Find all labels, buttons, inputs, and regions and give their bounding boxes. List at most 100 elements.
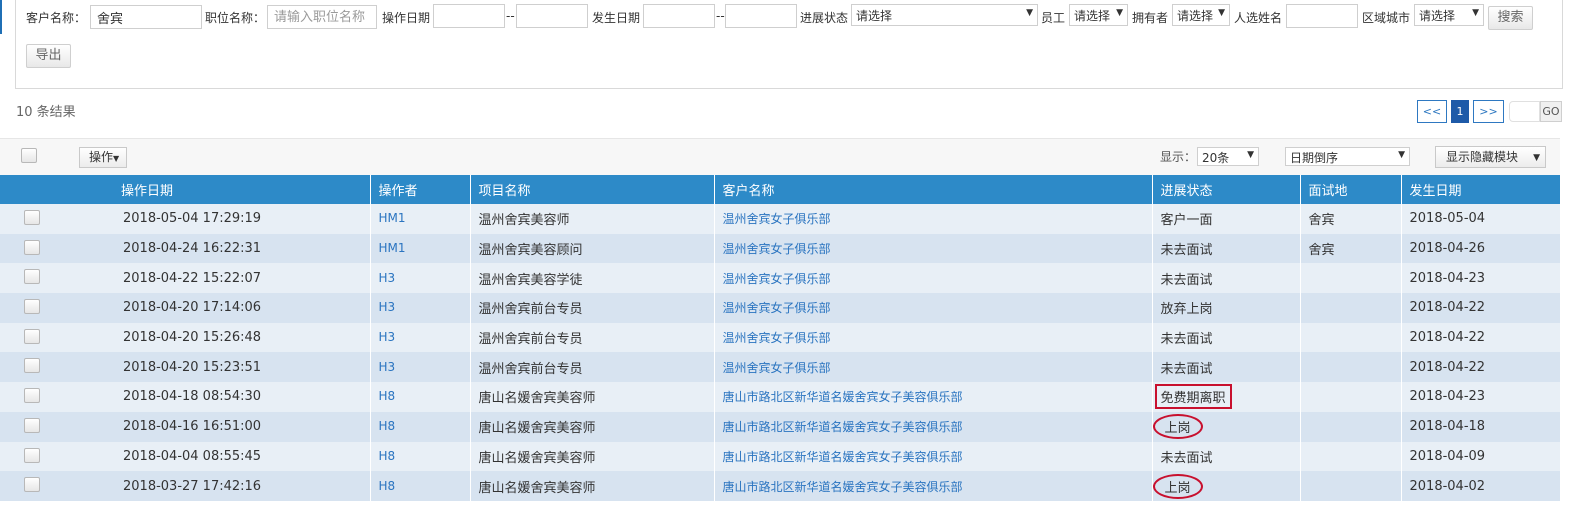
row-operator-link[interactable]: HM1: [379, 211, 406, 225]
candidate-input[interactable]: [1286, 4, 1358, 28]
table-row: 2018-04-16 16:51:00 H8 唐山名媛舍宾美容师 唐山市路北区新华道名…: [0, 411, 1561, 442]
row-op-date: 2018-04-20 17:14:06: [123, 300, 262, 316]
row-project-cell: 温州舍宾前台专员: [470, 293, 715, 323]
row-operator-cell: HM1: [370, 233, 471, 264]
operations-label: 操作: [89, 150, 114, 164]
row-occur-date: 2018-05-04: [1409, 211, 1486, 227]
row-customer-link[interactable]: 温州舍宾女子俱乐部: [723, 331, 831, 345]
row-status: 客户一面: [1160, 213, 1213, 229]
row-operator-link[interactable]: HM1: [379, 241, 406, 255]
op-date-start-input[interactable]: [433, 4, 505, 28]
row-customer-cell: 温州舍宾女子俱乐部: [714, 263, 1153, 294]
row-status-cell: 未去面试: [1152, 233, 1301, 264]
row-location-cell: [1300, 293, 1402, 323]
col-header-op-date[interactable]: 操作日期: [0, 175, 371, 204]
op-date-end-input[interactable]: [516, 4, 588, 28]
occur-date-end-input[interactable]: [725, 4, 797, 28]
page-size-select[interactable]: 20条 ▼: [1197, 147, 1259, 166]
row-checkbox[interactable]: [24, 210, 40, 225]
row-occur-date-cell: 2018-05-04: [1401, 204, 1561, 234]
panel-right-border: [1562, 0, 1563, 89]
row-customer-link[interactable]: 温州舍宾女子俱乐部: [723, 272, 831, 286]
row-customer-link[interactable]: 唐山市路北区新华道名媛舍宾女子美容俱乐部: [723, 390, 963, 404]
row-occur-date-cell: 2018-04-23: [1401, 382, 1561, 412]
row-checkbox[interactable]: [24, 388, 40, 404]
row-location-cell: [1300, 441, 1402, 472]
row-checkbox[interactable]: [24, 417, 40, 433]
row-location-cell: 舍宾: [1300, 233, 1402, 264]
col-header-operator[interactable]: 操作者: [370, 175, 471, 204]
row-customer-link[interactable]: 唐山市路北区新华道名媛舍宾女子美容俱乐部: [723, 420, 963, 434]
prev-page-button[interactable]: <<: [1417, 100, 1447, 123]
row-checkbox[interactable]: [24, 299, 40, 315]
customer-input[interactable]: [90, 5, 202, 29]
row-occur-date: 2018-04-22: [1409, 300, 1486, 316]
row-customer-link[interactable]: 唐山市路北区新华道名媛舍宾女子美容俱乐部: [723, 480, 963, 494]
row-checkbox[interactable]: [24, 328, 40, 344]
row-operator-link[interactable]: H3: [379, 300, 396, 314]
col-header-customer[interactable]: 客户名称: [714, 175, 1153, 204]
row-customer-link[interactable]: 温州舍宾女子俱乐部: [723, 242, 831, 256]
col-header-status[interactable]: 进展状态: [1152, 175, 1301, 204]
row-operator-cell: HM1: [370, 204, 471, 234]
owner-select[interactable]: 请选择 ▼: [1172, 4, 1230, 26]
row-operator-link[interactable]: H3: [379, 330, 396, 344]
row-operator-link[interactable]: H3: [379, 271, 396, 285]
employee-select-value: 请选择: [1074, 9, 1111, 23]
city-select-value: 请选择: [1419, 9, 1456, 23]
col-header-project[interactable]: 项目名称: [470, 175, 715, 204]
row-project-cell: 温州舍宾前台专员: [470, 352, 715, 383]
table-header-row: 操作日期 操作者 项目名称 客户名称 进展状态 面试地 发生日期: [0, 175, 1561, 204]
row-operator-link[interactable]: H8: [379, 419, 396, 433]
row-project: 温州舍宾美容学徒: [478, 272, 583, 288]
sort-select[interactable]: 日期倒序 ▼: [1285, 147, 1410, 166]
row-occur-date: 2018-04-23: [1409, 389, 1486, 405]
row-status: 未去面试: [1160, 332, 1213, 348]
row-location-cell: [1300, 411, 1402, 442]
row-customer-link[interactable]: 温州舍宾女子俱乐部: [723, 301, 831, 315]
row-checkbox[interactable]: [24, 477, 40, 493]
page-jump-input[interactable]: [1509, 101, 1540, 122]
row-customer-cell: 温州舍宾女子俱乐部: [714, 352, 1153, 383]
row-occur-date: 2018-04-23: [1409, 270, 1486, 286]
table-toolbar: 操作▼ 显示： 20条 ▼ 日期倒序 ▼ 显示隐藏模块 ▼: [0, 138, 1560, 175]
row-operator-link[interactable]: H8: [379, 479, 396, 493]
row-checkbox[interactable]: [24, 239, 40, 255]
status-select[interactable]: 请选择 ▼: [851, 4, 1038, 26]
table-body: 2018-05-04 17:29:19 HM1 温州舍宾美容师 温州舍宾女子俱乐部 客户…: [0, 204, 1561, 501]
row-occur-date-cell: 2018-04-18: [1401, 411, 1561, 442]
row-checkbox[interactable]: [24, 447, 40, 463]
chevron-down-icon: ▼: [1247, 150, 1254, 160]
row-status-cell: 放弃上岗: [1152, 293, 1301, 323]
employee-select[interactable]: 请选择 ▼: [1069, 4, 1128, 26]
occur-date-start-input[interactable]: [643, 4, 715, 28]
operations-button[interactable]: 操作▼: [79, 147, 127, 168]
row-customer-link[interactable]: 温州舍宾女子俱乐部: [723, 212, 831, 226]
go-button[interactable]: GO: [1540, 101, 1562, 122]
row-occur-date: 2018-04-09: [1409, 448, 1486, 464]
row-customer-link[interactable]: 唐山市路北区新华道名媛舍宾女子美容俱乐部: [723, 450, 963, 464]
col-header-occur-date[interactable]: 发生日期: [1401, 175, 1561, 204]
col-header-location[interactable]: 面试地: [1300, 175, 1402, 204]
page-1-button[interactable]: 1: [1451, 100, 1469, 123]
row-operator-link[interactable]: H3: [379, 360, 396, 374]
table-row: 2018-04-04 08:55:45 H8 唐山名媛舍宾美容师 唐山市路北区新华道名…: [0, 441, 1561, 472]
row-status-cell: 免费期离职: [1152, 382, 1301, 412]
row-operator-link[interactable]: H8: [379, 449, 396, 463]
row-project-cell: 唐山名媛舍宾美容师: [470, 382, 715, 412]
search-button[interactable]: 搜索: [1488, 6, 1533, 30]
select-all-checkbox[interactable]: [21, 148, 37, 163]
next-page-button[interactable]: >>: [1473, 100, 1504, 123]
row-checkbox[interactable]: [24, 358, 40, 374]
row-customer-cell: 唐山市路北区新华道名媛舍宾女子美容俱乐部: [714, 441, 1153, 472]
row-occur-date: 2018-04-26: [1409, 241, 1486, 257]
row-checkbox[interactable]: [24, 269, 40, 285]
row-status: 上岗: [1164, 421, 1191, 437]
row-operator-link[interactable]: H8: [379, 389, 396, 403]
hidden-module-button[interactable]: 显示隐藏模块 ▼: [1435, 146, 1546, 168]
city-select[interactable]: 请选择 ▼: [1414, 4, 1484, 26]
row-status-cell: 客户一面: [1152, 204, 1301, 234]
row-customer-link[interactable]: 温州舍宾女子俱乐部: [723, 361, 831, 375]
position-input[interactable]: [267, 5, 377, 29]
export-button[interactable]: 导出: [26, 44, 71, 68]
